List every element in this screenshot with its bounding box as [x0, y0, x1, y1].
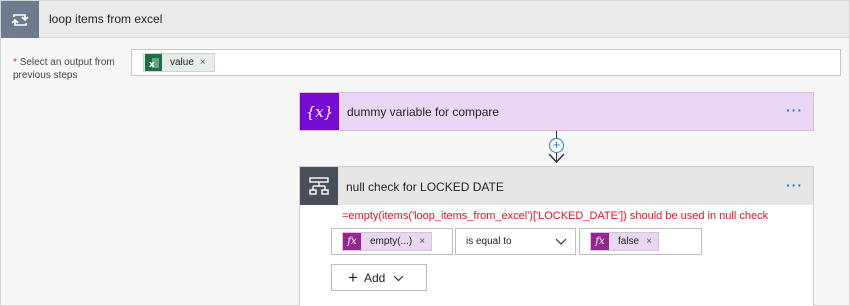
expression-token[interactable]: fx false × [590, 232, 659, 251]
condition-header[interactable]: null check for LOCKED DATE ··· [300, 167, 813, 205]
variable-action-title: dummy variable for compare [347, 105, 500, 119]
arrow-down-icon [548, 153, 565, 164]
add-condition-button[interactable]: + Add [331, 264, 427, 291]
fx-icon: fx [343, 233, 361, 250]
insert-step-icon[interactable]: + [549, 138, 564, 153]
condition-card: null check for LOCKED DATE ··· =empty(it… [299, 166, 814, 306]
plus-icon: + [348, 268, 358, 287]
condition-icon [300, 167, 338, 205]
add-button-label: Add [363, 270, 386, 285]
svg-text:x: x [149, 60, 155, 69]
operator-value: is equal to [466, 236, 512, 247]
value-token[interactable]: x value × [143, 53, 215, 72]
chevron-down-icon [555, 238, 567, 245]
token-label: value [170, 57, 194, 68]
loop-header[interactable]: loop items from excel [1, 1, 849, 38]
remove-token-icon[interactable]: × [200, 54, 206, 71]
more-options-icon[interactable]: ··· [786, 102, 803, 118]
output-input[interactable]: x value × [131, 49, 841, 76]
expression-label: empty(...) [370, 236, 413, 247]
more-options-icon[interactable]: ··· [786, 177, 803, 193]
null-check-note: =empty(items('loop_items_from_excel')['L… [342, 210, 769, 222]
fx-icon: fx [591, 233, 609, 250]
expression-token[interactable]: fx empty(...) × [342, 232, 433, 251]
excel-icon: x [145, 54, 162, 71]
loop-title: loop items from excel [49, 12, 163, 26]
flow-designer: loop items from excel * Select an output… [0, 0, 850, 306]
operator-select[interactable]: is equal to [455, 228, 576, 255]
chevron-down-icon [393, 275, 404, 281]
remove-token-icon[interactable]: × [419, 236, 425, 247]
remove-token-icon[interactable]: × [646, 236, 652, 247]
condition-title: null check for LOCKED DATE [346, 180, 504, 194]
required-marker: * [13, 57, 17, 68]
right-operand-field[interactable]: fx false × [579, 228, 702, 255]
left-operand-field[interactable]: fx empty(...) × [331, 228, 453, 255]
variable-icon: {x} [300, 93, 339, 130]
expression-label: false [618, 236, 640, 247]
output-field-label: * Select an output from previous steps [13, 56, 123, 82]
loop-icon [1, 1, 39, 38]
output-label-text: Select an output from previous steps [13, 57, 115, 81]
variable-action-card[interactable]: {x} dummy variable for compare ··· [299, 92, 814, 131]
